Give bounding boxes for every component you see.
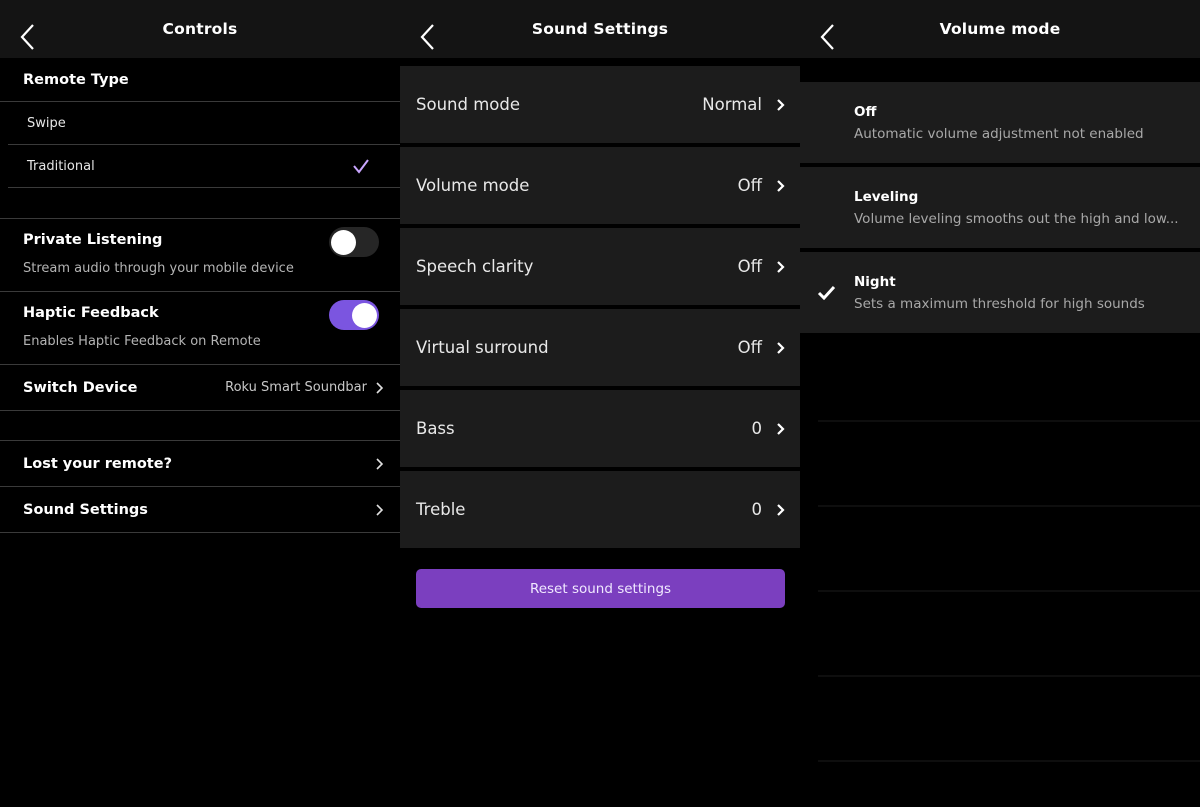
setting-label: Volume mode	[416, 176, 530, 195]
sound-mode-row[interactable]: Sound mode Normal	[400, 66, 800, 143]
chevron-right-icon	[376, 457, 384, 470]
haptic-feedback-toggle[interactable]	[329, 300, 379, 330]
setting-label: Bass	[416, 419, 455, 438]
volume-option-off[interactable]: Off Automatic volume adjustment not enab…	[800, 82, 1200, 163]
divider	[818, 760, 1200, 762]
setting-label: Speech clarity	[416, 257, 534, 276]
option-subtitle: Volume leveling smooths out the high and…	[854, 211, 1179, 227]
bass-row[interactable]: Bass 0	[400, 390, 800, 467]
speech-clarity-row[interactable]: Speech clarity Off	[400, 228, 800, 305]
divider	[0, 411, 400, 441]
treble-row[interactable]: Treble 0	[400, 471, 800, 548]
setting-value: Off	[737, 257, 762, 276]
private-listening-subtitle: Stream audio through your mobile device	[23, 261, 294, 276]
toggle-knob	[352, 303, 377, 328]
switch-device-value: Roku Smart Soundbar	[225, 380, 367, 395]
private-listening-row: Private Listening Stream audio through y…	[0, 219, 400, 292]
volume-mode-header: Volume mode	[800, 0, 1200, 58]
sound-settings-row[interactable]: Sound Settings	[0, 487, 400, 533]
divider	[0, 188, 400, 219]
option-label: Traditional	[27, 158, 95, 174]
checkmark-icon	[353, 159, 369, 174]
setting-label: Virtual surround	[416, 338, 549, 357]
option-title: Night	[854, 274, 896, 290]
chevron-right-icon	[777, 179, 785, 192]
page-title: Sound Settings	[531, 20, 669, 38]
volume-mode-options: Off Automatic volume adjustment not enab…	[800, 58, 1200, 333]
option-subtitle: Sets a maximum threshold for high sounds	[854, 296, 1145, 312]
remote-type-option-traditional[interactable]: Traditional	[8, 145, 400, 188]
switch-device-label: Switch Device	[23, 379, 138, 396]
volume-option-leveling[interactable]: Leveling Volume leveling smooths out the…	[800, 167, 1200, 248]
switch-device-row[interactable]: Switch Device Roku Smart Soundbar	[0, 365, 400, 411]
lost-remote-label: Lost your remote?	[23, 455, 172, 472]
private-listening-toggle[interactable]	[329, 227, 379, 257]
sound-settings-header: Sound Settings	[400, 0, 800, 58]
divider	[818, 420, 1200, 422]
checkmark-icon	[817, 285, 836, 300]
setting-label: Treble	[416, 500, 466, 519]
virtual-surround-row[interactable]: Virtual surround Off	[400, 309, 800, 386]
chevron-right-icon	[777, 422, 785, 435]
haptic-feedback-subtitle: Enables Haptic Feedback on Remote	[23, 334, 261, 349]
chevron-left-icon[interactable]	[418, 22, 438, 52]
chevron-right-icon	[376, 381, 384, 394]
remote-type-heading: Remote Type	[0, 58, 400, 102]
page-title: Controls	[162, 20, 238, 38]
controls-header: Controls	[0, 0, 400, 58]
setting-label: Sound mode	[416, 95, 520, 114]
sound-settings-screen: Sound Settings Sound mode Normal Volume …	[400, 0, 800, 807]
volume-mode-row[interactable]: Volume mode Off	[400, 147, 800, 224]
lost-remote-row[interactable]: Lost your remote?	[0, 441, 400, 487]
chevron-right-icon	[777, 341, 785, 354]
chevron-right-icon	[777, 98, 785, 111]
chevron-left-icon[interactable]	[18, 22, 38, 52]
private-listening-title: Private Listening	[23, 232, 163, 248]
chevron-right-icon	[376, 503, 384, 516]
setting-value: 0	[751, 500, 763, 519]
volume-option-night[interactable]: Night Sets a maximum threshold for high …	[800, 252, 1200, 333]
haptic-feedback-title: Haptic Feedback	[23, 305, 159, 321]
option-title: Off	[854, 104, 877, 120]
divider	[818, 505, 1200, 507]
page-title: Volume mode	[939, 20, 1061, 38]
option-title: Leveling	[854, 189, 919, 205]
setting-value: Off	[737, 338, 762, 357]
chevron-right-icon	[777, 260, 785, 273]
reset-sound-settings-button[interactable]: Reset sound settings	[416, 569, 785, 608]
option-subtitle: Automatic volume adjustment not enabled	[854, 126, 1144, 142]
setting-value: Off	[737, 176, 762, 195]
divider	[818, 675, 1200, 677]
setting-value: 0	[751, 419, 763, 438]
sound-settings-list: Sound mode Normal Volume mode Off Speech…	[400, 58, 800, 548]
chevron-right-icon	[777, 503, 785, 516]
controls-screen: Controls Remote Type Swipe Traditional P…	[0, 0, 400, 807]
haptic-feedback-row: Haptic Feedback Enables Haptic Feedback …	[0, 292, 400, 365]
volume-mode-screen: Volume mode Off Automatic volume adjustm…	[800, 0, 1200, 807]
toggle-knob	[331, 230, 356, 255]
option-label: Swipe	[27, 115, 66, 131]
sound-settings-label: Sound Settings	[23, 501, 148, 518]
chevron-left-icon[interactable]	[818, 22, 838, 52]
divider	[818, 590, 1200, 592]
setting-value: Normal	[702, 95, 762, 114]
remote-type-option-swipe[interactable]: Swipe	[8, 102, 400, 145]
